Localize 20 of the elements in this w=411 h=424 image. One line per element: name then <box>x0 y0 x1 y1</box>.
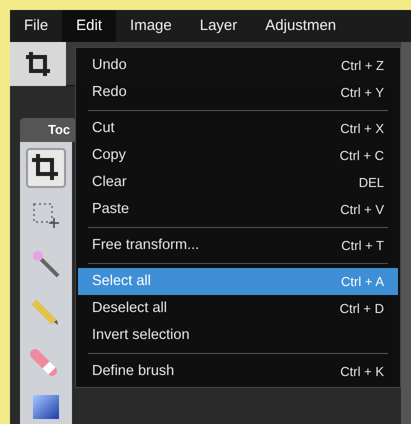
panel-tab[interactable]: Toc <box>20 118 76 142</box>
menu-option[interactable]: Paste Ctrl + V <box>78 196 398 223</box>
wand-icon <box>30 248 62 280</box>
menu-option[interactable]: Deselect all Ctrl + D <box>78 295 398 322</box>
crop-icon <box>25 50 51 76</box>
menu-option[interactable]: Undo Ctrl + Z <box>78 52 398 79</box>
menu-option[interactable]: Invert selection <box>78 322 398 349</box>
menu-item[interactable]: Image <box>116 10 186 42</box>
crop-tool-button[interactable] <box>26 148 66 188</box>
menu-option[interactable]: Redo Ctrl + Y <box>78 79 398 106</box>
menu-item[interactable]: Edit <box>62 10 116 42</box>
menu-option[interactable]: Cut Ctrl + X <box>78 115 398 142</box>
menu-item[interactable]: Layer <box>186 10 252 42</box>
menu-option[interactable]: Free transform... Ctrl + T <box>78 232 398 259</box>
menu-option[interactable]: Clear DEL <box>78 169 398 196</box>
crop-tool-button[interactable] <box>10 42 66 86</box>
menu-item[interactable]: Adjustmen <box>251 10 350 42</box>
menu-option[interactable]: Copy Ctrl + C <box>78 142 398 169</box>
menu-option[interactable]: Define brush Ctrl + K <box>78 358 398 385</box>
menu-item[interactable]: File <box>10 10 62 42</box>
